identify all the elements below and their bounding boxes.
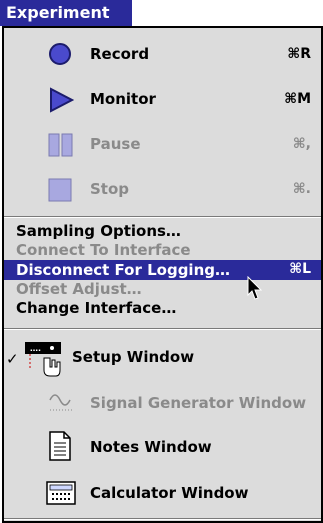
monitor-play-icon [48, 87, 75, 117]
experiment-dropdown-menu: Record ⌘R Monitor ⌘M Pause ⌘, Stop ⌘. Sa… [2, 26, 323, 523]
monitor-shortcut: ⌘M [284, 91, 311, 107]
menu-separator [4, 518, 321, 520]
pause-label: Pause [90, 135, 141, 153]
setup-icon-text: …. [30, 344, 41, 353]
checkmark-icon: ✓ [6, 350, 19, 368]
menu-item-signal-generator-window[interactable]: Signal Generator Window [4, 384, 321, 424]
menu-title-experiment[interactable]: Experiment [0, 0, 132, 26]
stop-label: Stop [90, 180, 130, 198]
menu-item-pause[interactable]: Pause ⌘, [4, 128, 321, 162]
menu-item-monitor[interactable]: Monitor ⌘M [4, 83, 321, 117]
signal-wave-icon [48, 388, 74, 422]
calculator-icon [46, 480, 76, 510]
menu-item-sampling-options[interactable]: Sampling Options… [4, 222, 321, 241]
record-shortcut: ⌘R [287, 46, 311, 62]
pause-shortcut: ⌘, [292, 136, 311, 152]
stop-icon [48, 178, 74, 206]
menu-separator [4, 328, 321, 330]
connect-interface-label: Connect To Interface [16, 241, 191, 259]
record-icon [48, 42, 72, 70]
menu-item-offset-adjust[interactable]: Offset Adjust… [4, 280, 321, 299]
change-interface-label: Change Interface… [16, 299, 177, 317]
menu-item-stop[interactable]: Stop ⌘. [4, 173, 321, 207]
menu-item-disconnect-for-logging[interactable]: Disconnect For Logging… ⌘L [4, 260, 321, 280]
mouse-pointer-icon [247, 275, 265, 306]
record-label: Record [90, 45, 150, 63]
pause-icon [48, 133, 74, 161]
offset-adjust-label: Offset Adjust… [16, 280, 142, 298]
disconnect-logging-label: Disconnect For Logging… [16, 261, 230, 279]
signal-generator-label: Signal Generator Window [90, 394, 307, 412]
calculator-window-label: Calculator Window [90, 484, 249, 502]
menu-item-connect-to-interface[interactable]: Connect To Interface [4, 241, 321, 260]
setup-window-icon: …. [24, 340, 66, 382]
notes-document-icon [48, 431, 72, 465]
menu-separator [4, 216, 321, 218]
menu-item-record[interactable]: Record ⌘R [4, 38, 321, 72]
setup-window-label: Setup Window [72, 348, 195, 366]
disconnect-logging-shortcut: ⌘L [289, 261, 311, 277]
menu-item-change-interface[interactable]: Change Interface… [4, 299, 321, 318]
menu-item-setup-window[interactable]: ✓ …. Setup Window [4, 338, 321, 380]
menu-item-notes-window[interactable]: Notes Window [4, 428, 321, 468]
notes-window-label: Notes Window [90, 438, 212, 456]
menu-item-calculator-window[interactable]: Calculator Window [4, 474, 321, 514]
monitor-label: Monitor [90, 90, 156, 108]
sampling-options-label: Sampling Options… [16, 222, 181, 240]
stop-shortcut: ⌘. [292, 181, 311, 197]
